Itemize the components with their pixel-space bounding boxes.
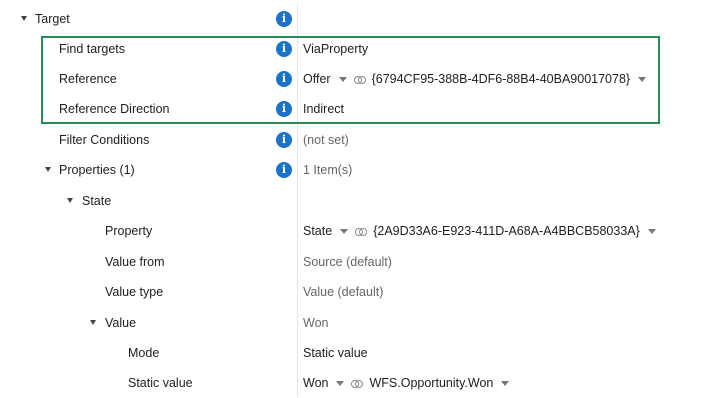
dropdown-arrow-icon[interactable] — [638, 77, 647, 83]
row-label: Properties (1) — [59, 163, 135, 177]
row-reference-direction[interactable]: Reference Direction i Indirect — [0, 94, 705, 124]
property-value-main: State — [303, 224, 333, 238]
info-icon[interactable]: i — [276, 101, 292, 117]
reference-value[interactable]: Offer {6794CF95-388B-4DF6-88B4-40BA900170… — [303, 64, 653, 94]
dropdown-arrow-icon[interactable] — [340, 229, 349, 235]
info-icon[interactable]: i — [276, 132, 292, 148]
collapse-triangle-icon[interactable] — [45, 167, 51, 172]
row-label: Static value — [128, 376, 193, 390]
dropdown-arrow-icon[interactable] — [501, 381, 510, 387]
info-icon[interactable]: i — [276, 41, 292, 57]
row-label: Mode — [128, 346, 160, 360]
value-type-value[interactable]: Value (default) — [303, 277, 383, 307]
row-state[interactable]: State — [0, 186, 705, 216]
row-property[interactable]: Property State {2A9D33A6-E923-411D-A68A-A… — [0, 216, 705, 246]
row-value-type[interactable]: Value type Value (default) — [0, 277, 705, 307]
value-from-value[interactable]: Source (default) — [303, 247, 392, 277]
info-icon[interactable]: i — [276, 11, 292, 27]
find-targets-value[interactable]: ViaProperty — [303, 34, 368, 64]
row-label: Value from — [105, 255, 165, 269]
row-label: Reference — [59, 72, 117, 86]
row-value[interactable]: Value Won — [0, 308, 705, 338]
link-icon — [353, 75, 366, 84]
row-label: Property — [105, 224, 153, 238]
row-value-from[interactable]: Value from Source (default) — [0, 247, 705, 277]
link-icon — [355, 227, 368, 236]
link-icon — [351, 379, 364, 388]
row-find-targets[interactable]: Find targets i ViaProperty — [0, 34, 705, 64]
static-value-id: WFS.Opportunity.Won — [369, 376, 494, 390]
row-label: Filter Conditions — [59, 133, 150, 147]
property-value-id: {2A9D33A6-E923-411D-A68A-A4BBCB58033A} — [373, 224, 640, 238]
dropdown-arrow-icon[interactable] — [647, 229, 656, 235]
row-label: Value type — [105, 285, 164, 299]
dropdown-arrow-icon[interactable] — [338, 77, 347, 83]
filter-conditions-value[interactable]: (not set) — [303, 125, 349, 155]
row-label: Reference Direction — [59, 102, 170, 116]
row-label: Find targets — [59, 42, 126, 56]
reference-value-main: Offer — [303, 72, 331, 86]
static-value-value[interactable]: Won WFS.Opportunity.Won — [303, 368, 516, 398]
dropdown-arrow-icon[interactable] — [336, 381, 345, 387]
row-label: State — [82, 194, 112, 208]
row-properties[interactable]: Properties (1) i 1 Item(s) — [0, 155, 705, 185]
row-reference[interactable]: Reference i Offer {6794CF95-388B-4DF6-88B… — [0, 64, 705, 94]
row-target[interactable]: Target i — [0, 4, 705, 34]
collapse-triangle-icon[interactable] — [67, 198, 73, 203]
info-icon[interactable]: i — [276, 162, 292, 178]
row-mode[interactable]: Mode Static value — [0, 338, 705, 368]
row-label: Target — [35, 12, 70, 26]
reference-value-id: {6794CF95-388B-4DF6-88B4-40BA90017078} — [371, 72, 631, 86]
property-value[interactable]: State {2A9D33A6-E923-411D-A68A-A4BBCB5803… — [303, 216, 663, 246]
reference-direction-value[interactable]: Indirect — [303, 94, 344, 124]
collapse-triangle-icon[interactable] — [21, 16, 27, 21]
property-grid: Target i Find targets i ViaProperty Refe… — [0, 0, 705, 397]
static-value-main: Won — [303, 376, 329, 390]
mode-value[interactable]: Static value — [303, 338, 368, 368]
row-filter-conditions[interactable]: Filter Conditions i (not set) — [0, 125, 705, 155]
info-icon[interactable]: i — [276, 71, 292, 87]
value-value[interactable]: Won — [303, 308, 328, 338]
row-label: Value — [105, 316, 137, 330]
collapse-triangle-icon[interactable] — [90, 320, 96, 325]
row-static-value[interactable]: Static value Won WFS.Opportunity.Won — [0, 368, 705, 398]
properties-value[interactable]: 1 Item(s) — [303, 155, 352, 185]
